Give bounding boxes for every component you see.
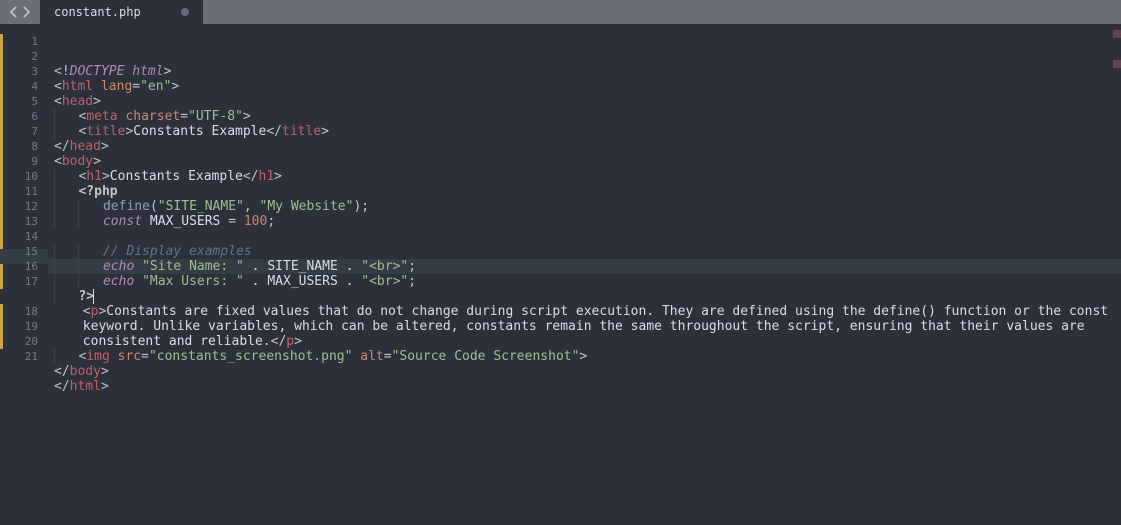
code-line: <p>Constants are fixed values that do no… <box>54 304 1115 349</box>
line-number: 3 <box>0 64 38 79</box>
line-number: 14 <box>0 229 38 244</box>
code-line: </head> <box>54 139 1115 154</box>
line-number: 5 <box>0 94 38 109</box>
tab-bar-empty <box>203 0 1121 24</box>
line-number: 13 <box>0 214 38 229</box>
file-tab[interactable]: constant.php <box>40 0 203 24</box>
line-number: 12 <box>0 199 38 214</box>
code-line: <!DOCTYPE html> <box>54 64 1115 79</box>
line-number: 20 <box>0 334 38 349</box>
code-line: const MAX_USERS = 100; <box>54 214 1115 229</box>
line-number: 10 <box>0 169 38 184</box>
gutter: 123456789101112131415161718192021 <box>0 24 48 525</box>
code-line: <?php <box>54 184 1115 199</box>
line-number: 4 <box>0 79 38 94</box>
code-line: <title>Constants Example</title> <box>54 124 1115 139</box>
line-number: 18 <box>0 304 38 319</box>
line-number: 6 <box>0 109 38 124</box>
file-tab-title: constant.php <box>54 5 141 19</box>
code-line: </html> <box>54 379 1115 394</box>
code-line: echo "Site Name: " . SITE_NAME . "<br>"; <box>54 259 1115 274</box>
code-line: <img src="constants_screenshot.png" alt=… <box>54 349 1115 364</box>
line-number: 16 <box>0 259 38 274</box>
code-line: <head> <box>54 94 1115 109</box>
line-number: 8 <box>0 139 38 154</box>
forward-icon[interactable] <box>21 6 31 18</box>
line-number: 1 <box>0 34 38 49</box>
line-number: 17 <box>0 274 38 289</box>
title-bar: constant.php <box>0 0 1121 24</box>
code-line: <meta charset="UTF-8"> <box>54 109 1115 124</box>
code-area[interactable]: <!DOCTYPE html><html lang="en"><head> <m… <box>48 24 1121 525</box>
text-cursor <box>93 289 94 304</box>
line-number: 9 <box>0 154 38 169</box>
editor: 123456789101112131415161718192021 <!DOCT… <box>0 24 1121 525</box>
code-line: define("SITE_NAME", "My Website"); <box>54 199 1115 214</box>
back-icon[interactable] <box>9 6 19 18</box>
line-number: 19 <box>0 319 38 334</box>
code-line: ?> <box>54 289 1115 304</box>
code-line <box>54 394 1115 409</box>
nav-arrows <box>0 0 40 24</box>
line-number: 11 <box>0 184 38 199</box>
line-number: 2 <box>0 49 38 64</box>
code-line: <h1>Constants Example</h1> <box>54 169 1115 184</box>
line-number: 15 <box>0 244 38 259</box>
line-number: 21 <box>0 349 38 364</box>
line-number: 7 <box>0 124 38 139</box>
code-line: <html lang="en"> <box>54 79 1115 94</box>
code-line: </body> <box>54 364 1115 379</box>
code-line: echo "Max Users: " . MAX_USERS . "<br>"; <box>54 274 1115 289</box>
code-line: // Display examples <box>54 244 1115 259</box>
minimap-error-marker <box>1113 30 1121 38</box>
code-line: <body> <box>54 154 1115 169</box>
unsaved-dot-icon <box>181 8 189 16</box>
line-number <box>0 289 38 304</box>
code-line <box>54 229 1115 244</box>
